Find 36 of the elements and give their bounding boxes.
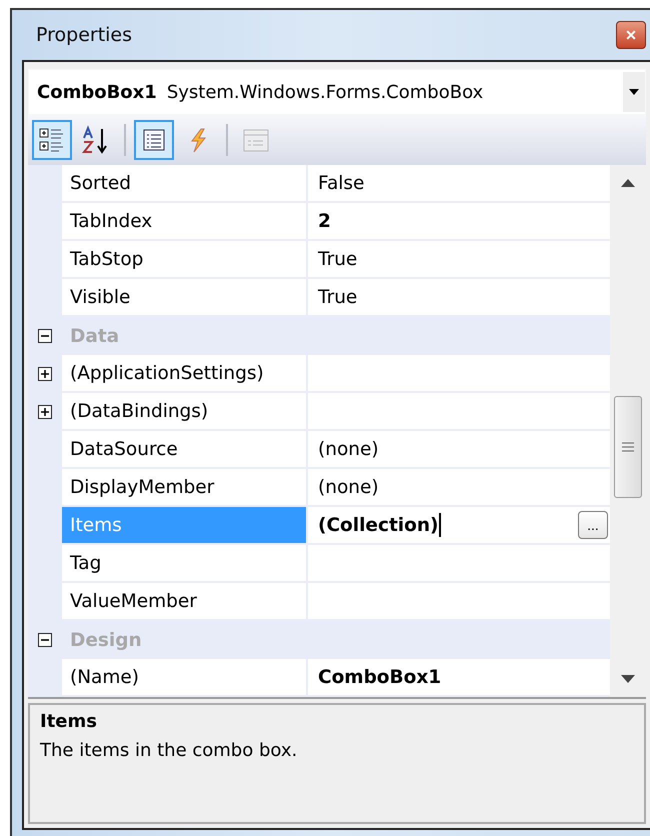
description-title: Items	[40, 711, 98, 732]
window-title: Properties	[36, 24, 132, 46]
text-cursor	[439, 513, 442, 537]
object-type: System.Windows.Forms.ComboBox	[166, 82, 484, 102]
property-value: (none)	[318, 476, 379, 498]
property-name[interactable]: TabStop	[62, 241, 308, 279]
property-value: False	[318, 172, 364, 194]
property-value: ComboBox1	[318, 666, 442, 688]
property-name[interactable]: DataSource	[62, 431, 308, 469]
description-text: The items in the combo box.	[40, 740, 298, 761]
properties-button[interactable]	[134, 120, 174, 160]
collapse-icon[interactable]	[38, 329, 52, 343]
categorized-view-button[interactable]	[32, 120, 72, 160]
property-name[interactable]: TabIndex	[62, 203, 308, 241]
scrollbar[interactable]	[610, 165, 646, 697]
object-name: ComboBox1	[37, 82, 157, 102]
object-selector[interactable]: ComboBox1 System.Windows.Forms.ComboBox	[28, 69, 646, 115]
property-name[interactable]: Sorted	[62, 165, 308, 203]
property-value: 2	[318, 210, 331, 232]
expand-icon[interactable]	[38, 367, 52, 381]
property-value: (none)	[318, 438, 379, 460]
property-value: True	[318, 248, 358, 270]
property-name[interactable]: Tag	[62, 545, 308, 583]
scroll-thumb[interactable]	[614, 396, 642, 498]
property-name[interactable]: (ApplicationSettings)	[62, 355, 308, 393]
collapse-icon[interactable]	[38, 633, 52, 647]
expand-icon[interactable]	[38, 405, 52, 419]
scroll-up-icon[interactable]	[621, 179, 635, 187]
property-value: True	[318, 286, 358, 308]
row-gutter	[28, 165, 62, 203]
scroll-down-icon[interactable]	[621, 675, 635, 683]
property-name[interactable]: (Name)	[62, 659, 308, 697]
property-name[interactable]: (DataBindings)	[62, 393, 308, 431]
ellipsis-button[interactable]: ...	[578, 511, 608, 539]
caret-icon	[629, 89, 639, 95]
value-input[interactable]: (Collection)	[318, 514, 438, 536]
